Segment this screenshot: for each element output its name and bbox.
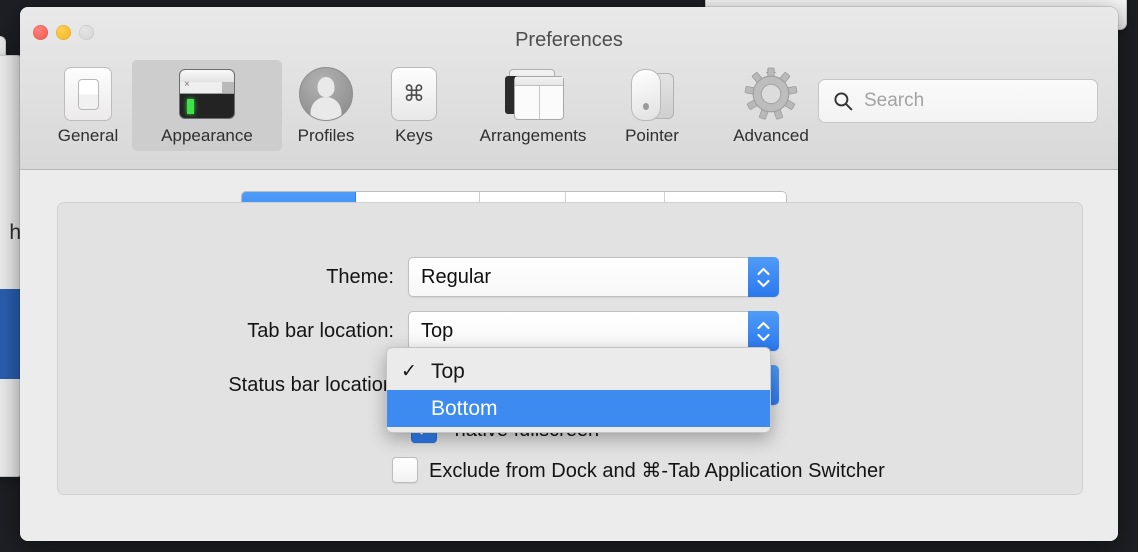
user-avatar-icon — [282, 66, 370, 122]
theme-popup-button[interactable]: Regular — [408, 257, 779, 297]
command-key-icon: ⌘ — [370, 66, 458, 122]
menu-item-bottom[interactable]: Bottom — [387, 390, 770, 427]
menu-item-top-label: Top — [431, 359, 465, 383]
tab-bar-location-row: Tab bar location: Top — [154, 311, 779, 351]
theme-row: Theme: Regular — [270, 257, 779, 297]
exclude-from-dock-checkbox[interactable] — [392, 457, 418, 483]
toolbar-item-keys[interactable]: ⌘ Keys — [370, 60, 458, 151]
toolbar: General Appearance — [44, 60, 846, 151]
screen: h Preferences General × Appearance Profi… — [0, 0, 1138, 552]
menu-item-bottom-label: Bottom — [431, 396, 498, 420]
status-bar-location-label: Status bar location — [228, 373, 394, 396]
toolbar-item-advanced-label: Advanced — [733, 126, 809, 145]
chevron-up-icon — [757, 321, 770, 329]
exclude-from-dock-label: Exclude from Dock and ⌘-Tab Application … — [429, 459, 885, 482]
preferences-window: Preferences General × Appearance Profile… — [20, 7, 1118, 541]
display-toggle-icon — [44, 66, 132, 122]
toolbar-item-profiles[interactable]: Profiles — [282, 60, 370, 151]
theme-value: Regular — [421, 265, 492, 288]
terminal-window-icon — [132, 66, 282, 122]
toolbar-item-keys-label: Keys — [395, 126, 433, 145]
settings-panel: Theme: Regular Tab bar location: Top Sta… — [57, 202, 1083, 495]
mouse-icon — [608, 66, 696, 122]
toolbar-item-general-label: General — [57, 126, 119, 145]
window-titlebar-toolbar: Preferences General × Appearance Profile… — [20, 7, 1118, 170]
chevron-down-icon — [757, 333, 770, 341]
toolbar-item-arrangements-label: Arrangements — [479, 126, 587, 145]
toolbar-item-appearance[interactable]: Appearance — [132, 60, 282, 151]
tab-bar-location-stepper[interactable] — [748, 311, 779, 351]
menu-item-top[interactable]: ✓ Top — [387, 353, 770, 390]
status-bar-location-dropdown-menu[interactable]: ✓ Top Bottom — [386, 347, 771, 433]
stacked-windows-icon — [458, 66, 608, 122]
toolbar-item-arrangements[interactable]: Arrangements — [458, 60, 608, 151]
toolbar-item-pointer-label: Pointer — [625, 126, 679, 145]
checkmark-icon: ✓ — [401, 361, 417, 382]
search-field[interactable] — [818, 79, 1098, 123]
chevron-down-icon — [757, 279, 770, 287]
chevron-up-icon — [757, 267, 770, 275]
search-input[interactable] — [862, 89, 1086, 113]
toolbar-item-pointer[interactable]: Pointer — [608, 60, 696, 151]
theme-stepper[interactable] — [748, 257, 779, 297]
search-icon — [834, 92, 853, 111]
toolbar-item-appearance-label: Appearance — [161, 126, 253, 145]
tab-bar-location-label: Tab bar location: — [247, 319, 394, 342]
page-title: Preferences — [515, 29, 623, 51]
toolbar-item-profiles-label: Profiles — [297, 126, 355, 145]
tab-bar-location-value: Top — [421, 319, 454, 342]
tab-bar-location-popup-button[interactable]: Top — [408, 311, 779, 351]
theme-label: Theme: — [326, 265, 394, 288]
exclude-from-dock-checkbox-row[interactable]: Exclude from Dock and ⌘-Tab Application … — [392, 457, 885, 483]
toolbar-item-general[interactable]: General — [44, 60, 132, 151]
content-area: General Windows Tabs Panes Dimming Theme… — [20, 170, 1118, 541]
